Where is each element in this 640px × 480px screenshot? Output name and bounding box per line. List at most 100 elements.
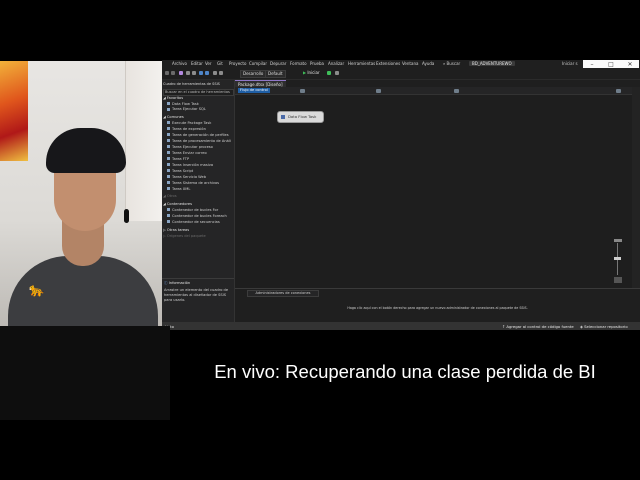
- zoom-fit-icon[interactable]: [614, 277, 622, 283]
- info-title: ⓘ Información: [164, 281, 190, 286]
- signin-link[interactable]: Iniciar s: [562, 61, 578, 66]
- task-icon: [167, 121, 170, 124]
- parameters-tab-icon[interactable]: [376, 89, 381, 93]
- toolbox-category-other[interactable]: ◢ Otros: [163, 194, 177, 198]
- menu-ver[interactable]: Ver: [205, 61, 212, 66]
- play-icon: ▶: [303, 70, 307, 75]
- new-project-icon[interactable]: [179, 71, 183, 75]
- redo-icon[interactable]: [192, 71, 196, 75]
- flow-task-label: Data Flow Task: [288, 114, 317, 119]
- menu-formato[interactable]: Formato: [290, 61, 307, 66]
- menu-prueba[interactable]: Prueba: [310, 61, 324, 66]
- item-label: Tarea Servicio Web: [172, 174, 207, 179]
- tab-connection-managers[interactable]: Administradores de conexiones: [247, 290, 319, 297]
- repository-label: Seleccionar repositorio: [584, 324, 628, 329]
- connection-hint[interactable]: Haga clic aquí con el botón derecho para…: [235, 306, 640, 310]
- task-icon: [167, 163, 170, 166]
- container-icon: [167, 208, 170, 211]
- menu-editar[interactable]: Editar: [191, 61, 203, 66]
- menu-ayuda[interactable]: Ayuda: [422, 61, 434, 66]
- undo-icon[interactable]: [186, 71, 190, 75]
- item-label: Tarea Sistema de archivos: [172, 180, 220, 185]
- search-label: Buscar: [446, 61, 461, 66]
- menu-archivo[interactable]: Archivo: [172, 61, 187, 66]
- toolbox-search-input[interactable]: Buscar en el cuadro de herramientas: [163, 89, 234, 96]
- task-icon: [167, 151, 170, 154]
- task-icon: [167, 169, 170, 172]
- menu-herramientas[interactable]: Herramientas: [348, 61, 375, 66]
- menu-ventana[interactable]: Ventana: [402, 61, 418, 66]
- copy-icon[interactable]: [219, 71, 223, 75]
- start-debug-button[interactable]: ▶ Iniciar: [303, 70, 320, 76]
- item-label: Contenedor de bucles Foreach: [172, 213, 227, 218]
- save-all-icon[interactable]: [205, 71, 209, 75]
- toolbox-category-other-tasks[interactable]: ▷ Otras tareas: [163, 228, 189, 232]
- data-flow-task-shape[interactable]: Data Flow Task: [277, 111, 324, 123]
- toolbox-item[interactable]: Contenedor de bucles For: [167, 208, 218, 212]
- toolbar-extra-icon[interactable]: [335, 71, 339, 75]
- zoom-slider[interactable]: [614, 239, 622, 283]
- menu-git[interactable]: Git: [217, 61, 223, 66]
- info-title-label: Información: [168, 281, 191, 285]
- run-without-debug-icon[interactable]: [327, 71, 331, 75]
- item-label: Tarea Script: [172, 168, 194, 173]
- category-label: Favoritos: [166, 96, 184, 100]
- toolbox-item[interactable]: Tarea Ejecutar SQL: [167, 107, 206, 111]
- menu-depurar[interactable]: Depurar: [270, 61, 286, 66]
- toolbox-item[interactable]: Tarea Servicio Web: [167, 175, 206, 179]
- save-icon[interactable]: [199, 71, 203, 75]
- explorer-tab-icon[interactable]: [616, 89, 621, 93]
- toolbox-item[interactable]: Data Flow Task: [167, 102, 199, 106]
- data-flow-tab-icon[interactable]: [300, 89, 305, 93]
- task-icon: [167, 175, 170, 178]
- item-label: Tarea de expresión: [172, 126, 206, 131]
- toolbox-category-favorites[interactable]: ◢ Favoritos: [163, 96, 183, 100]
- vertical-scrollbar[interactable]: [632, 87, 640, 288]
- toolbox-category-containers[interactable]: ◢ Contenedores: [163, 202, 192, 206]
- task-icon: [167, 102, 170, 105]
- toolbox-item[interactable]: Tarea XML: [167, 187, 190, 191]
- menu-compilar[interactable]: Compilar: [249, 61, 267, 66]
- toolbox-item[interactable]: Tarea Enviar correo: [167, 151, 207, 155]
- menu-bar: Archivo Editar Ver Git Proyecto Compilar…: [162, 60, 640, 70]
- tab-control-flow[interactable]: Flujo de control: [238, 88, 270, 93]
- toolbox-item[interactable]: Contenedor de bucles Foreach: [167, 214, 227, 218]
- menu-analizar[interactable]: Analizar: [328, 61, 344, 66]
- toolbox-category-package-sources[interactable]: ▷ Orígenes del paquete: [163, 234, 206, 238]
- zoom-in-icon[interactable]: [614, 239, 622, 242]
- toolbox-item[interactable]: Tarea Ejecutar proceso: [167, 145, 213, 149]
- toolbox-item[interactable]: Tarea FTP: [167, 157, 189, 161]
- task-icon: [167, 145, 170, 148]
- toolbox-item[interactable]: Tarea de generación de perfiles: [167, 133, 229, 137]
- toolbox-item[interactable]: Tarea de procesamiento de Análi: [167, 139, 231, 143]
- source-control-label: Agregar al control de código fuente: [506, 324, 574, 329]
- control-flow-canvas[interactable]: [235, 95, 632, 288]
- info-body: Arrastre un elemento del cuadro de herra…: [164, 288, 229, 302]
- event-handlers-tab-icon[interactable]: [454, 89, 459, 93]
- toolbox-category-common[interactable]: ◢ Comunes: [163, 115, 184, 119]
- zoom-thumb[interactable]: [614, 257, 621, 260]
- toolbox-item[interactable]: Execute Package Task: [167, 121, 211, 125]
- forward-icon[interactable]: [171, 71, 175, 75]
- cut-icon[interactable]: [213, 71, 217, 75]
- platform-select[interactable]: Default: [265, 70, 286, 78]
- back-icon[interactable]: [165, 71, 169, 75]
- container-icon: [167, 214, 170, 217]
- solution-name-badge[interactable]: BD_ADVENTUREWO: [469, 61, 515, 66]
- category-label: Comunes: [166, 115, 184, 119]
- item-label: Execute Package Task: [172, 120, 212, 125]
- configuration-select[interactable]: Desarrollo: [240, 70, 267, 78]
- select-repository-button[interactable]: ◈ Seleccionar repositorio: [580, 324, 628, 329]
- item-label: Tarea Ejecutar proceso: [172, 144, 213, 149]
- category-label: Contenedores: [166, 202, 192, 206]
- toolbox-item[interactable]: Tarea de expresión: [167, 127, 206, 131]
- toolbox-item[interactable]: Tarea Script: [167, 169, 193, 173]
- toolbox-item[interactable]: Tarea Inserción masiva: [167, 163, 213, 167]
- toolbox-item[interactable]: Contenedor de secuencias: [167, 220, 220, 224]
- menu-extensiones[interactable]: Extensiones: [376, 61, 400, 66]
- search-button[interactable]: ⌕ Buscar: [443, 61, 460, 66]
- earbud: [124, 209, 129, 223]
- menu-proyecto[interactable]: Proyecto: [229, 61, 246, 66]
- toolbox-item[interactable]: Tarea Sistema de archivos: [167, 181, 219, 185]
- add-source-control-button[interactable]: ↑ Agregar al control de código fuente: [502, 324, 574, 329]
